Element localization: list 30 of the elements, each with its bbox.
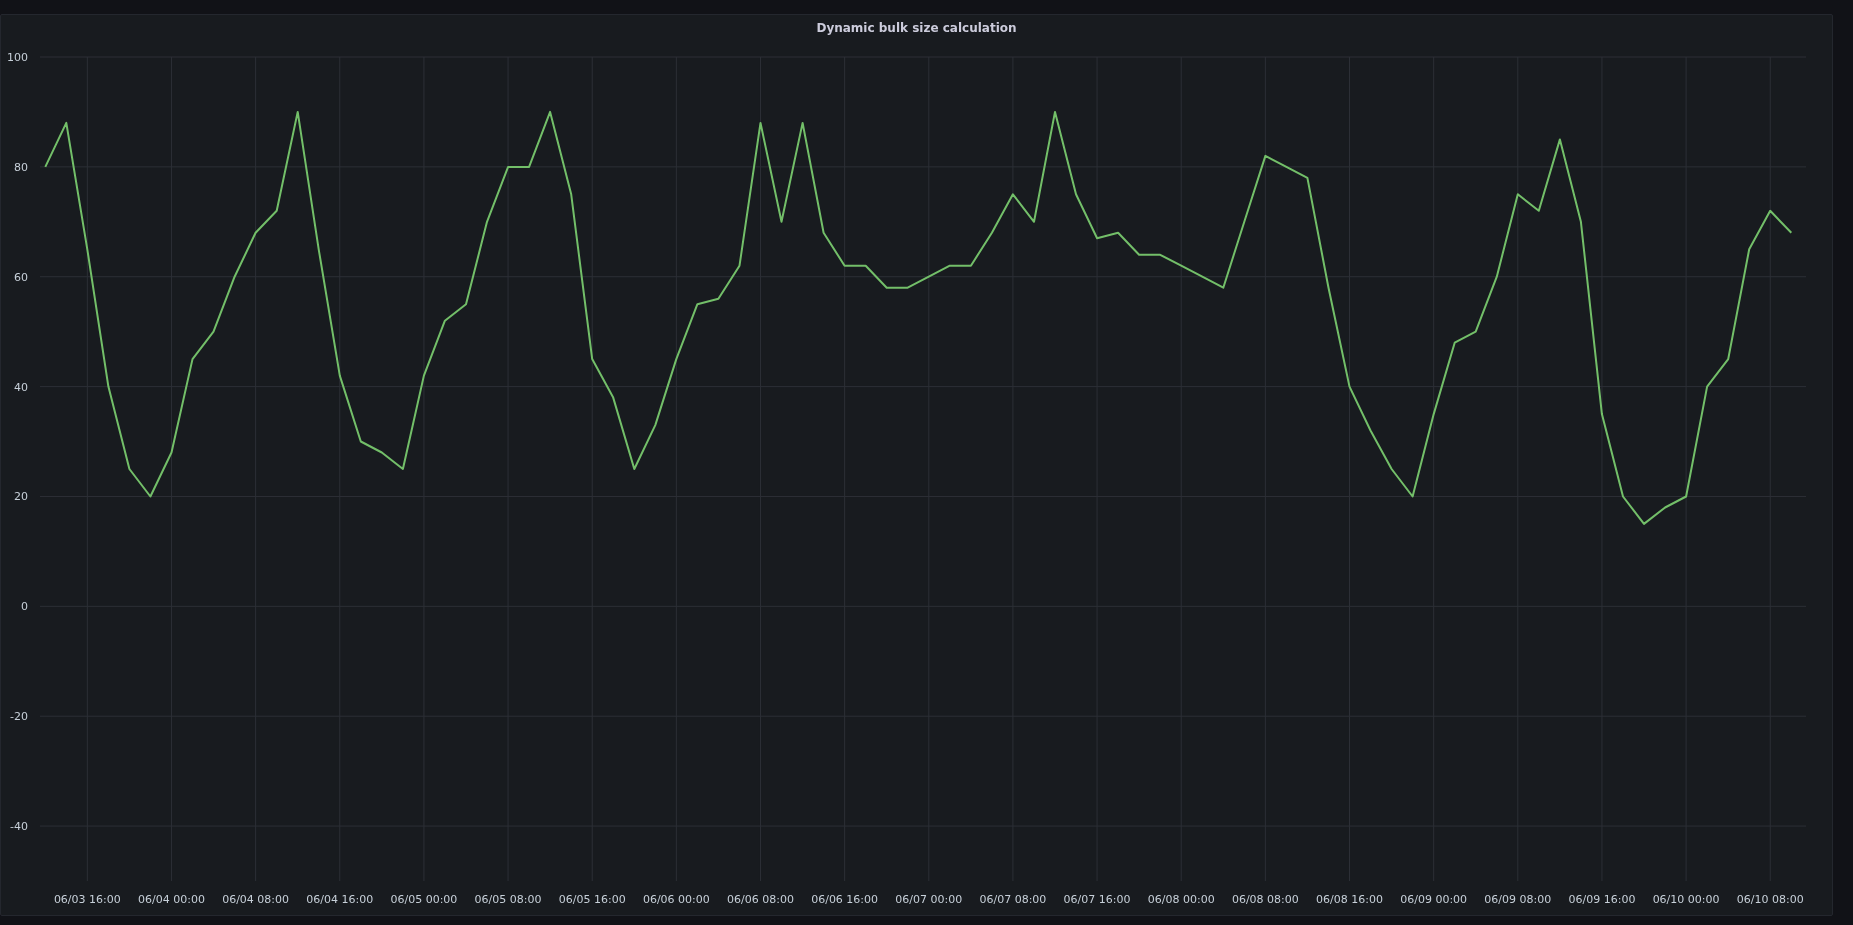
axis-tick-label: -20 (10, 710, 28, 724)
axis-tick-label: 06/06 08:00 (727, 893, 794, 906)
axis-tick-label: 20 (14, 490, 28, 504)
axis-tick-label: 60 (14, 270, 28, 284)
axis-tick-label: 06/05 08:00 (474, 893, 542, 906)
axis-tick-label: 06/04 08:00 (222, 893, 290, 906)
axis-tick-label: 06/08 00:00 (1147, 893, 1215, 906)
axis-tick-label: 06/07 00:00 (895, 893, 963, 906)
axis-tick-label: 06/08 16:00 (1316, 893, 1383, 906)
axis-tick-label: 100 (7, 51, 28, 64)
axis-tick-label: 06/10 08:00 (1736, 893, 1804, 906)
axis-tick-label: 06/09 16:00 (1568, 893, 1636, 906)
panel-title: Dynamic bulk size calculation (816, 20, 1017, 37)
axis-tick-label: 06/08 08:00 (1231, 893, 1299, 906)
axis-tick-label: 06/04 00:00 (138, 893, 205, 906)
axis-tick-label: 06/06 16:00 (811, 893, 879, 906)
axis-tick-label: 06/10 00:00 (1652, 893, 1720, 906)
axis-tick-label: 06/07 16:00 (1063, 893, 1131, 906)
axis-tick-label: 06/05 00:00 (390, 893, 458, 906)
axis-tick-label: 40 (14, 380, 28, 394)
axis-tick-label: 06/03 16:00 (53, 893, 121, 906)
axis-tick-label: 0 (21, 600, 28, 614)
axis-tick-label: 06/07 08:00 (979, 893, 1047, 906)
axis-tick-label: 06/06 00:00 (642, 893, 710, 906)
axis-tick-label: 80 (14, 160, 28, 174)
axis-tick-label: 06/05 16:00 (558, 893, 626, 906)
axis-tick-label: 06/04 16:00 (306, 893, 374, 906)
axis-tick-label: -40 (10, 820, 28, 834)
axis-tick-label: 06/09 08:00 (1484, 893, 1552, 906)
axis-tick-label: 06/09 00:00 (1400, 893, 1468, 906)
